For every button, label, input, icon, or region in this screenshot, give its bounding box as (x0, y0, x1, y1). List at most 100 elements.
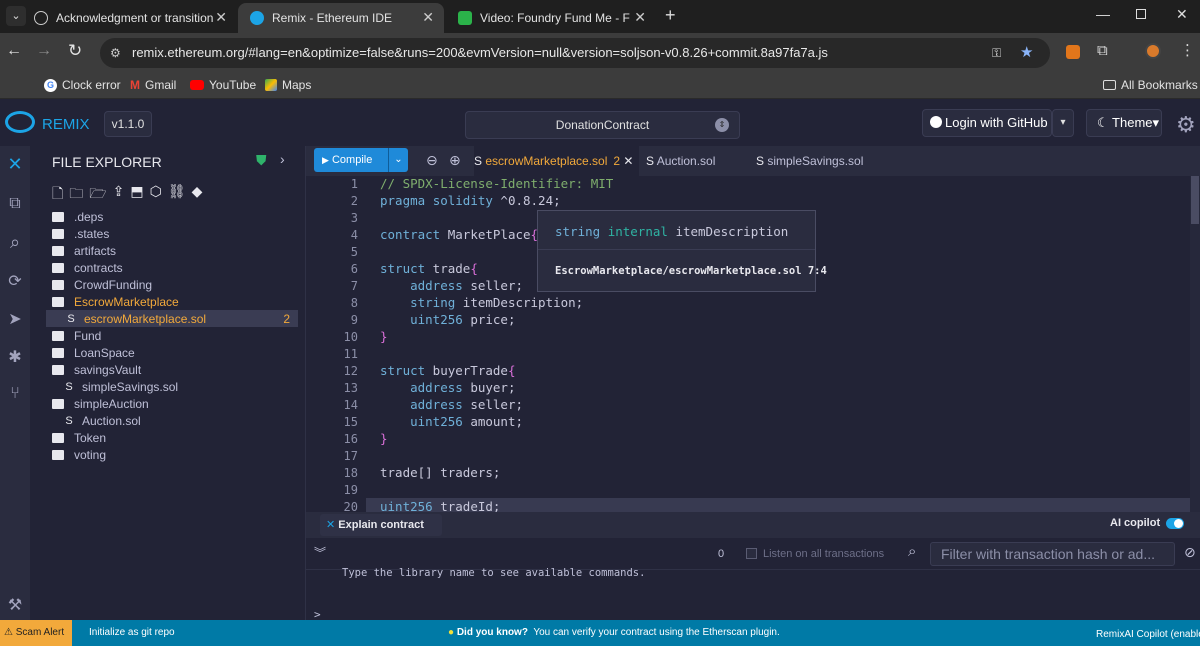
line-number: 17 (343, 449, 358, 463)
url-input[interactable]: ⚙ remix.ethereum.org/#lang=en&optimize=f… (100, 38, 1050, 68)
item-label: Auction.sol (82, 413, 141, 428)
compile-button[interactable]: ▶ Compile (314, 148, 388, 172)
folder-item[interactable]: CrowdFunding (52, 276, 152, 293)
settings-gear-icon[interactable]: ⚙ (1176, 112, 1196, 138)
collapse-terminal-icon[interactable]: ︾ (314, 544, 326, 561)
shield-icon: ⛊ (256, 152, 267, 168)
debugger-icon[interactable]: ✱ (5, 348, 25, 368)
editor-tab[interactable]: S simpleSavings.sol (756, 146, 866, 176)
item-label: savingsVault (74, 362, 142, 377)
folder-item[interactable]: savingsVault (52, 361, 141, 378)
folder-item[interactable]: Fund (52, 327, 101, 344)
browser-tab-video[interactable]: Video: Foundry Fund Me - Foun ✕ (446, 3, 656, 33)
code-editor[interactable]: 1 2 3 4 5 6 7 8 9 10 11 12 13 14 15 16 17 18 19 20 // SPDX-… (306, 176, 1200, 512)
browser-tab-acknowledgment[interactable]: Acknowledgment or transition ✕ (22, 3, 237, 33)
forward-icon[interactable]: → (36, 42, 52, 60)
browser-menu-icon[interactable]: ⋮ (1180, 41, 1195, 59)
init-git-button[interactable]: Initialize as git repo (89, 627, 175, 638)
folder-item[interactable]: LoanSpace (52, 344, 135, 361)
login-github-button[interactable]: Login with GitHub (922, 109, 1052, 137)
close-icon[interactable]: ✕ (215, 9, 227, 26)
deploy-run-icon[interactable]: ➤ (5, 310, 25, 330)
file-explorer-icon[interactable]: ⧉ (5, 194, 25, 214)
filter-search-icon: ⌕ (908, 543, 917, 560)
folder-item[interactable]: contracts (52, 259, 123, 276)
open-folder-icon[interactable]: 🗁 (89, 183, 106, 207)
browser-tab-remix[interactable]: Remix - Ethereum IDE ✕ (238, 3, 444, 33)
password-key-icon[interactable]: ⚿ (992, 38, 1001, 68)
folder-item[interactable]: artifacts (52, 242, 116, 259)
upload-file-icon[interactable]: ⇪ (113, 183, 125, 207)
panel-title: FILE EXPLORER (52, 154, 162, 170)
close-icon[interactable]: ✕ (422, 9, 434, 26)
search-icon[interactable]: ⌕ (5, 232, 25, 252)
metamask-extension-icon[interactable] (1066, 45, 1080, 59)
link-icon[interactable]: ⛓ (168, 183, 186, 207)
file-item[interactable]: SescrowMarketplace.sol 2 (46, 310, 298, 327)
zoom-out-icon[interactable]: ⊖ (426, 152, 438, 169)
close-icon[interactable]: ✕ (634, 9, 646, 26)
ai-copilot-label: AI copilot (1110, 517, 1161, 529)
folder-item[interactable]: voting (52, 446, 106, 463)
folder-item[interactable]: Token (52, 429, 106, 446)
git-branch-icon[interactable]: ◆ (192, 183, 203, 207)
code-line: uint256 tradeId; (380, 499, 501, 512)
file-item[interactable]: SsimpleSavings.sol (64, 378, 178, 395)
terminal-toolbar: ︾ 0 Listen on all transactions ⌕ Filter … (306, 538, 1200, 570)
terminal-output[interactable]: Type the library name to see available c… (306, 567, 1200, 621)
ai-copilot-toggle[interactable] (1166, 518, 1184, 529)
folder-item[interactable]: .states (52, 225, 109, 242)
solidity-compiler-icon[interactable]: ⟳ (5, 272, 25, 292)
bookmark-gmail[interactable]: M Gmail (130, 78, 176, 92)
upload-folder-icon[interactable]: ⬒ (130, 183, 143, 207)
plugin-manager-icon[interactable]: ⚒ (5, 596, 25, 616)
item-label: .deps (74, 209, 104, 224)
home-icon[interactable]: ✕ (5, 154, 25, 174)
folder-item[interactable]: simpleAuction (52, 395, 149, 412)
folder-item[interactable]: EscrowMarketplace (52, 293, 179, 310)
editor-tab[interactable]: S Auction.sol (646, 146, 741, 176)
listen-checkbox[interactable] (746, 548, 757, 559)
bookmark-clock-error[interactable]: G Clock error (44, 78, 121, 92)
site-info-icon[interactable]: ⚙ (110, 38, 121, 68)
filter-input[interactable]: Filter with transaction hash or ad... (930, 542, 1175, 566)
scam-alert-button[interactable]: ⚠ Scam Alert (0, 620, 72, 646)
bookmark-youtube[interactable]: YouTube (190, 78, 256, 92)
folder-item[interactable]: .deps (52, 208, 103, 225)
google-icon: G (44, 78, 57, 92)
clear-console-icon[interactable]: ⊘ (1184, 544, 1196, 561)
window-close-icon[interactable]: ✕ (1176, 6, 1188, 23)
editor-tab[interactable]: S escrowMarketplace.sol 2 ✕ (474, 146, 639, 176)
copilot-status[interactable]: RemixAI Copilot (enabled) (1096, 629, 1200, 640)
bookmark-star-icon[interactable]: ★ (1020, 38, 1033, 68)
back-icon[interactable]: ← (6, 42, 22, 60)
zoom-in-icon[interactable]: ⊕ (449, 152, 461, 169)
restore-icon[interactable] (1136, 9, 1146, 19)
scrollbar-thumb[interactable] (1191, 176, 1199, 224)
git-icon[interactable]: ⑂ (5, 384, 25, 404)
reload-icon[interactable]: ↻ (68, 41, 82, 61)
new-folder-icon[interactable]: 🗀 (69, 183, 83, 207)
select-arrows-icon: ⇕ (715, 118, 729, 132)
workspace-select[interactable]: DonationContract ⇕ (465, 111, 740, 139)
collapse-panel-icon[interactable]: › (280, 151, 285, 167)
new-tab-icon[interactable]: + (665, 5, 676, 26)
solidity-file-icon: S (65, 380, 73, 393)
theme-button[interactable]: ☾ Theme▾ (1086, 109, 1162, 137)
file-item[interactable]: S Auction.sol (64, 412, 141, 429)
profile-avatar[interactable] (1145, 43, 1161, 59)
line-number: 8 (350, 296, 358, 310)
all-bookmarks[interactable]: All Bookmarks (1103, 78, 1198, 92)
compile-options-button[interactable]: ⌄ (388, 148, 408, 172)
new-file-icon[interactable]: 🗋 (52, 183, 63, 207)
bookmark-maps[interactable]: Maps (265, 78, 311, 92)
minimize-icon[interactable]: — (1096, 6, 1110, 22)
extensions-icon[interactable]: ⧉ (1097, 42, 1108, 59)
close-tab-icon[interactable]: ✕ (620, 154, 633, 168)
tab-label: Auction.sol (656, 154, 716, 168)
explain-contract-button[interactable]: ✕ Explain contract (320, 514, 442, 536)
package-icon[interactable]: ⬡ (150, 183, 162, 207)
login-dropdown-button[interactable]: ▾ (1052, 109, 1074, 137)
apps-grid-icon[interactable] (4, 79, 16, 91)
editor-scrollbar[interactable] (1190, 176, 1200, 512)
